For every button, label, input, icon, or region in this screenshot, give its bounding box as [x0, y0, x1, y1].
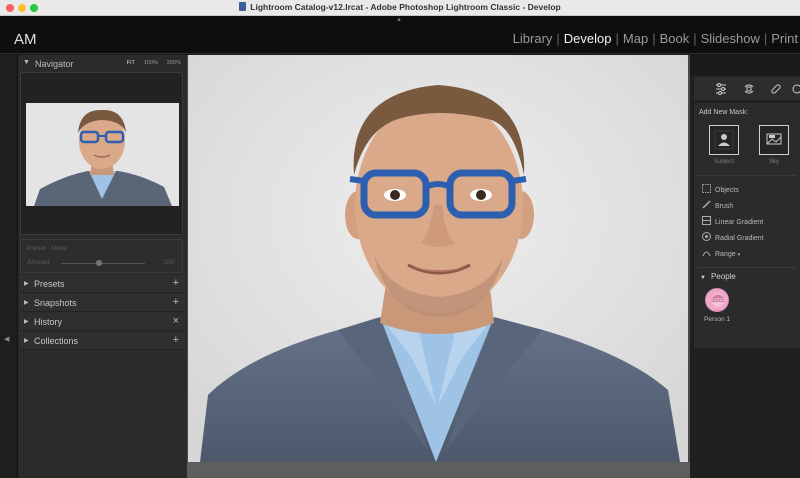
- preset-name: Preset : None: [27, 245, 67, 252]
- crop-rotate-icon[interactable]: [742, 82, 756, 96]
- module-separator: |: [763, 31, 768, 46]
- range-dropdown-icon[interactable]: ▾: [738, 252, 741, 258]
- collapsed-triangle-icon: ▶: [24, 300, 29, 306]
- add-snapshot-icon[interactable]: +: [173, 296, 179, 308]
- module-list: Library | Develop | Map | Book | Slideshow | Print: [513, 31, 798, 46]
- history-panel-header[interactable]: ▶ History ×: [20, 313, 185, 331]
- develop-tool-strip: [694, 77, 800, 101]
- sky-icon: [766, 133, 782, 145]
- range-icon: [702, 248, 711, 257]
- module-library[interactable]: Library: [513, 31, 553, 46]
- amount-label: Amount: [27, 259, 50, 266]
- collapsed-triangle-icon: ▶: [24, 281, 29, 287]
- range-tool[interactable]: Range ▾: [702, 248, 740, 258]
- person-thumbnail-image: [706, 289, 728, 311]
- zoom-100[interactable]: 100%: [144, 60, 158, 66]
- navigator-header[interactable]: ▼ Navigator FIT 100% 200%: [18, 55, 187, 73]
- subject-icon: [714, 130, 734, 150]
- people-header[interactable]: ▼ People: [700, 272, 736, 281]
- snapshots-label: Snapshots: [34, 298, 77, 308]
- right-panel: Add New Mask: Subject Sky Objects Brush …: [690, 55, 800, 478]
- select-sky-button[interactable]: [759, 125, 789, 155]
- zoom-fit[interactable]: FIT: [127, 60, 135, 66]
- collapsed-triangle-icon: ▶: [24, 338, 29, 344]
- linear-gradient-tool[interactable]: Linear Gradient: [702, 216, 763, 226]
- identity-plate: AM: [14, 31, 37, 48]
- preset-amount-box: Preset : None Amount 100: [20, 239, 183, 273]
- portrait-thumbnail-image: [26, 103, 179, 206]
- navigator-title: Navigator: [35, 59, 74, 69]
- module-separator: |: [556, 31, 560, 46]
- divider: [698, 175, 796, 176]
- add-collection-icon[interactable]: +: [173, 334, 179, 346]
- amount-slider-knob[interactable]: [95, 260, 102, 266]
- window-title: Lightroom Catalog-v12.lrcat - Adobe Phot…: [0, 2, 800, 12]
- window-title-bar: Lightroom Catalog-v12.lrcat - Adobe Phot…: [0, 0, 800, 16]
- masking-panel: Add New Mask: Subject Sky Objects Brush …: [694, 103, 800, 348]
- bottom-panel-edge: [187, 462, 690, 478]
- module-separator: |: [615, 31, 619, 46]
- history-label: History: [34, 317, 63, 327]
- radial-gradient-label: Radial Gradient: [715, 235, 764, 242]
- clear-history-icon[interactable]: ×: [173, 315, 179, 327]
- module-print[interactable]: Print: [771, 31, 798, 46]
- add-preset-icon[interactable]: +: [173, 277, 179, 289]
- window-title-text: Lightroom Catalog-v12.lrcat - Adobe Phot…: [250, 2, 561, 12]
- select-subject-button[interactable]: [709, 125, 739, 155]
- healing-icon[interactable]: [769, 82, 783, 96]
- collapsed-triangle-icon: ▶: [24, 319, 29, 325]
- linear-gradient-label: Linear Gradient: [715, 219, 764, 226]
- person-avatar[interactable]: [705, 288, 729, 312]
- navigator-thumbnail[interactable]: [26, 103, 179, 206]
- module-develop[interactable]: Develop: [564, 31, 612, 46]
- module-picker: ▲ AM Library | Develop | Map | Book | Slideshow |…: [0, 16, 800, 54]
- add-new-mask-label: Add New Mask:: [699, 109, 749, 116]
- image-view: [187, 55, 690, 478]
- radial-gradient-icon: [702, 232, 711, 241]
- expand-triangle-icon: ▼: [23, 59, 30, 66]
- radial-gradient-tool[interactable]: Radial Gradient: [702, 232, 764, 242]
- brush-label: Brush: [715, 203, 734, 210]
- expand-triangle-icon: ▼: [700, 275, 706, 281]
- subject-caption: Subject: [713, 159, 734, 165]
- right-panel-top: [690, 55, 800, 75]
- document-icon: [239, 2, 247, 11]
- collapse-left-panel-icon[interactable]: ◀: [4, 335, 9, 343]
- left-panel: ▼ Navigator FIT 100% 200% Preset : None Am…: [18, 55, 187, 478]
- objects-icon: [702, 184, 711, 193]
- collapse-top-panel-icon[interactable]: ▲: [396, 17, 402, 23]
- objects-label: Objects: [715, 187, 739, 194]
- main-photo[interactable]: [188, 55, 688, 462]
- brush-icon: [702, 200, 711, 209]
- zoom-200[interactable]: 200%: [167, 60, 181, 66]
- module-separator: |: [652, 31, 656, 46]
- range-label: Range: [715, 251, 736, 258]
- navigator-zoom-options: FIT 100% 200%: [118, 60, 181, 66]
- module-separator: |: [693, 31, 697, 46]
- collections-label: Collections: [34, 336, 79, 346]
- brush-tool[interactable]: Brush: [702, 200, 733, 210]
- people-title: People: [710, 272, 736, 281]
- portrait-photo-image: [188, 55, 688, 462]
- module-book[interactable]: Book: [660, 31, 690, 46]
- divider: [698, 267, 796, 268]
- navigator-preview[interactable]: [20, 72, 183, 235]
- module-slideshow[interactable]: Slideshow: [701, 31, 760, 46]
- sky-caption: Sky: [768, 159, 779, 165]
- module-map[interactable]: Map: [623, 31, 648, 46]
- presets-label: Presets: [34, 279, 65, 289]
- objects-tool[interactable]: Objects: [702, 184, 739, 194]
- left-panel-edge[interactable]: ◀: [0, 55, 18, 478]
- sliders-icon[interactable]: [714, 82, 728, 96]
- snapshots-panel-header[interactable]: ▶ Snapshots +: [20, 294, 185, 312]
- amount-value: 100: [163, 259, 174, 266]
- presets-panel-header[interactable]: ▶ Presets +: [20, 275, 185, 293]
- masking-icon[interactable]: [792, 82, 800, 96]
- amount-slider-track[interactable]: [61, 263, 145, 264]
- collections-panel-header[interactable]: ▶ Collections +: [20, 332, 185, 350]
- linear-gradient-icon: [702, 216, 711, 225]
- person-name: Person 1: [704, 316, 731, 323]
